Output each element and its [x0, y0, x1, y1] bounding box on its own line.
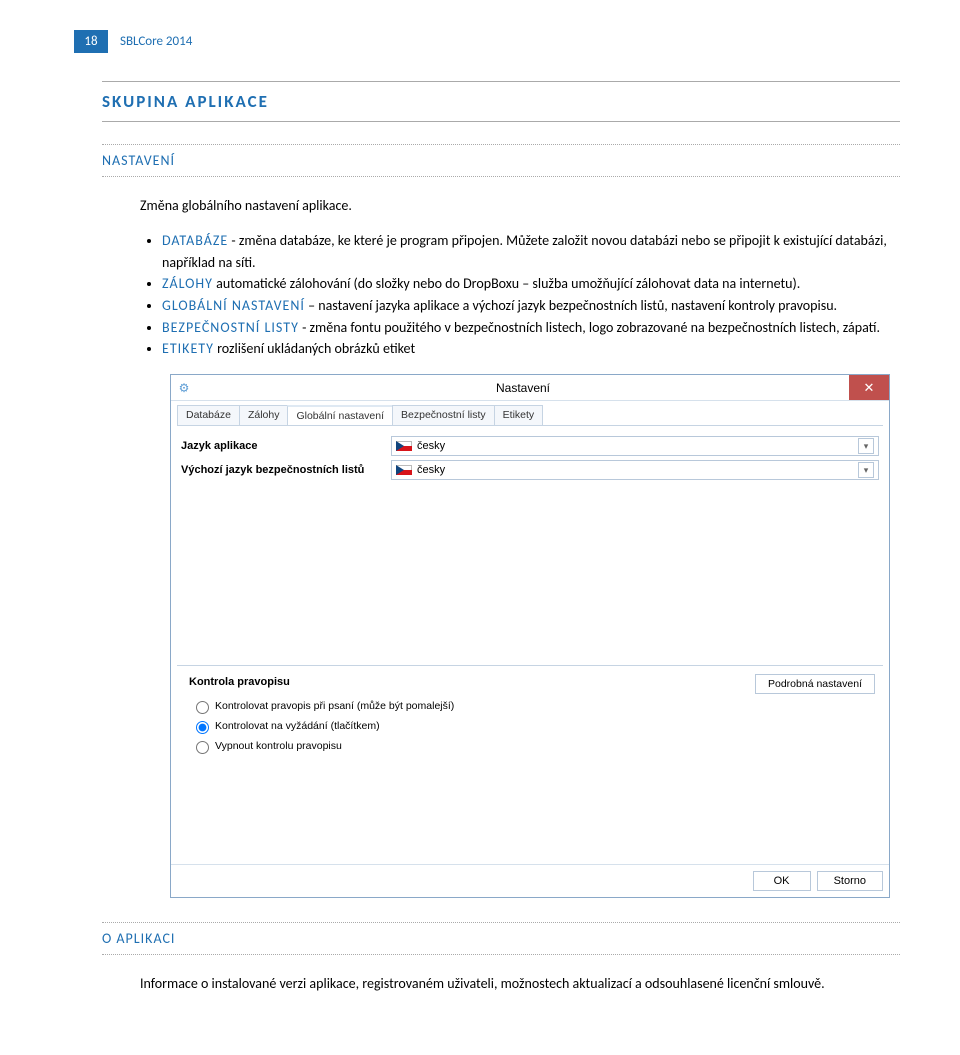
settings-dialog: ⚙ Nastavení ✕ Databáze Zálohy Globální n…	[170, 374, 890, 898]
cancel-button[interactable]: Storno	[817, 871, 883, 891]
dialog-titlebar: ⚙ Nastavení ✕	[171, 375, 889, 401]
keyword-database: DATABÁZE	[162, 232, 228, 249]
tab-labels[interactable]: Etikety	[494, 405, 544, 425]
ok-button[interactable]: OK	[753, 871, 811, 891]
keyword-labels: ETIKETY	[162, 340, 214, 357]
radio-spellcheck-typing[interactable]: Kontrolovat pravopis při psaní (může být…	[185, 696, 875, 716]
radio-label: Kontrolovat pravopis při psaní (může být…	[215, 700, 454, 712]
keyword-safety-sheets: BEZPEČNOSTNÍ LISTY	[162, 319, 299, 336]
settings-bullet-list: DATABÁZE - změna databáze, ke které je p…	[134, 230, 900, 360]
tab-safety-sheets[interactable]: Bezpečnostní listy	[392, 405, 495, 425]
bullet-safety-sheets-text: - změna fontu použitého v bezpečnostních…	[299, 319, 880, 336]
dialog-title: Nastavení	[197, 381, 849, 395]
detailed-settings-button[interactable]: Podrobná nastavení	[755, 674, 875, 694]
select-app-language-value: česky	[417, 440, 445, 452]
about-text: Informace o instalované verzi aplikace, …	[140, 973, 900, 994]
radio-spellcheck-off[interactable]: Vypnout kontrolu pravopisu	[185, 736, 875, 756]
tab-global-settings[interactable]: Globální nastavení	[287, 405, 393, 425]
radio-spellcheck-ondemand[interactable]: Kontrolovat na vyžádání (tlačítkem)	[185, 716, 875, 736]
select-bls-language-value: česky	[417, 464, 445, 476]
radio-input[interactable]	[196, 721, 209, 734]
czech-flag-icon	[396, 465, 412, 475]
bullet-labels-text: rozlišení ukládaných obrázků etiket	[214, 340, 415, 357]
keyword-global-settings: GLOBÁLNÍ NASTAVENÍ	[162, 297, 305, 314]
dialog-footer: OK Storno	[171, 864, 889, 897]
row-app-language: Jazyk aplikace česky ▾	[181, 436, 879, 456]
page-header: 18 SBLCore 2014	[74, 30, 900, 53]
bullet-backups: ZÁLOHY automatické zálohování (do složky…	[162, 273, 900, 295]
chevron-down-icon: ▾	[858, 438, 874, 454]
bullet-backups-text: automatické zálohování (do složky nebo d…	[213, 275, 800, 292]
select-bls-language[interactable]: česky ▾	[391, 460, 879, 480]
section-heading-settings: NASTAVENÍ	[102, 144, 900, 177]
chevron-down-icon: ▾	[858, 462, 874, 478]
select-app-language[interactable]: česky ▾	[391, 436, 879, 456]
gear-icon: ⚙	[171, 381, 197, 395]
tab-database[interactable]: Databáze	[177, 405, 240, 425]
bullet-database-text: - změna databáze, ke které je program př…	[162, 232, 887, 271]
radio-label: Kontrolovat na vyžádání (tlačítkem)	[215, 720, 380, 732]
label-bls-language: Výchozí jazyk bezpečnostních listů	[181, 464, 391, 476]
radio-input[interactable]	[196, 741, 209, 754]
section-heading-about: O APLIKACI	[102, 922, 900, 955]
settings-intro: Změna globálního nastavení aplikace.	[140, 195, 900, 216]
bullet-labels: ETIKETY rozlišení ukládaných obrázků eti…	[162, 338, 900, 360]
bullet-database: DATABÁZE - změna databáze, ke které je p…	[162, 230, 900, 273]
keyword-backups: ZÁLOHY	[162, 275, 213, 292]
bullet-global-settings: GLOBÁLNÍ NASTAVENÍ – nastavení jazyka ap…	[162, 295, 900, 317]
label-app-language: Jazyk aplikace	[181, 440, 391, 452]
section-heading-app-group: SKUPINA APLIKACE	[102, 81, 900, 122]
fieldset-spellcheck: Kontrola pravopisu Podrobná nastavení Ko…	[177, 665, 883, 766]
fieldset-spellcheck-title: Kontrola pravopisu	[185, 676, 294, 688]
czech-flag-icon	[396, 441, 412, 451]
radio-label: Vypnout kontrolu pravopisu	[215, 740, 342, 752]
bullet-safety-sheets: BEZPEČNOSTNÍ LISTY - změna fontu použité…	[162, 317, 900, 339]
radio-input[interactable]	[196, 701, 209, 714]
dialog-body: Jazyk aplikace česky ▾ Výchozí jazyk bez…	[177, 425, 883, 545]
row-bls-language: Výchozí jazyk bezpečnostních listů česky…	[181, 460, 879, 480]
close-button[interactable]: ✕	[849, 375, 889, 400]
bullet-global-settings-text: – nastavení jazyka aplikace a výchozí ja…	[305, 297, 837, 314]
dialog-tabstrip: Databáze Zálohy Globální nastavení Bezpe…	[171, 401, 889, 425]
tab-backups[interactable]: Zálohy	[239, 405, 289, 425]
page-number: 18	[74, 30, 108, 53]
doc-title: SBLCore 2014	[108, 30, 204, 53]
